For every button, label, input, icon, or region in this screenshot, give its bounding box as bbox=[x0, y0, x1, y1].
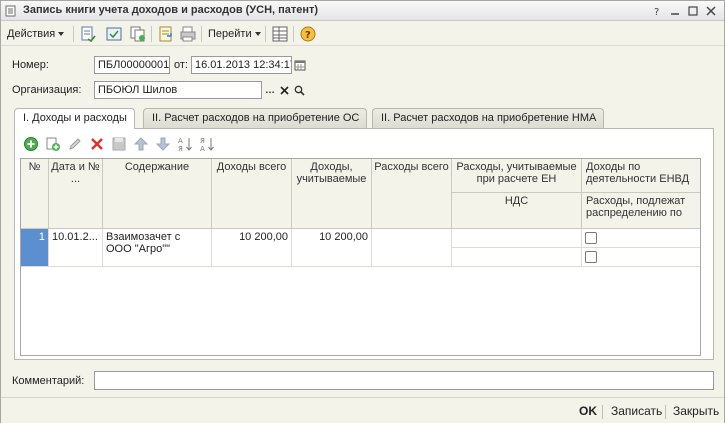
svg-text:?: ? bbox=[654, 7, 659, 16]
actions-menu-label: Действия bbox=[7, 28, 56, 40]
actions-menu[interactable]: Действия bbox=[7, 25, 65, 43]
column-header-number[interactable]: № bbox=[21, 159, 49, 229]
number-field[interactable]: ПБЛ00000001 bbox=[94, 56, 170, 74]
goto-menu-label: Перейти bbox=[208, 28, 252, 40]
document-icon bbox=[5, 5, 16, 17]
edit-row-icon[interactable] bbox=[67, 136, 83, 152]
list-settings-icon[interactable] bbox=[271, 25, 289, 43]
delete-row-icon[interactable] bbox=[89, 136, 105, 152]
copy-document-icon[interactable] bbox=[129, 25, 147, 43]
row-envd-income-cell[interactable] bbox=[582, 229, 700, 248]
column-header-income-total[interactable]: Доходы всего bbox=[212, 159, 292, 229]
column-header-expense-en[interactable]: Расходы, учитываемые при расчете ЕН bbox=[452, 159, 582, 193]
ok-button[interactable]: OK bbox=[579, 404, 597, 418]
footer-bar: OK Записать Закрыть bbox=[1, 397, 724, 423]
entries-table[interactable]: № Дата и № ... Содержание Доходы всего Д… bbox=[20, 158, 701, 356]
distribute-expenses-checkbox[interactable] bbox=[585, 251, 597, 263]
goto-menu[interactable]: Перейти bbox=[208, 25, 261, 43]
chevron-down-icon bbox=[254, 32, 261, 36]
column-header-content[interactable]: Содержание bbox=[103, 159, 212, 229]
organization-field[interactable]: ПБОЮЛ Шилов bbox=[94, 81, 262, 99]
comment-field[interactable] bbox=[94, 371, 714, 390]
structure-icon[interactable] bbox=[105, 25, 123, 43]
row-income-total-cell[interactable]: 10 200,00 bbox=[212, 229, 292, 267]
row-number-cell[interactable]: 1 bbox=[21, 229, 49, 267]
sort-descending-icon[interactable]: Я A bbox=[199, 136, 215, 152]
tab-income-expenses[interactable]: I. Доходы и расходы bbox=[14, 108, 135, 129]
tab-intangible-assets[interactable]: II. Расчет расходов на приобретение НМА bbox=[372, 108, 604, 128]
row-expense-total-cell[interactable] bbox=[372, 229, 452, 267]
comment-label: Комментарий: bbox=[12, 375, 85, 387]
tab-fixed-assets[interactable]: II. Расчет расходов на приобретение ОС bbox=[143, 108, 367, 128]
main-toolbar: Действия Перейти ? bbox=[1, 22, 724, 46]
minimize-icon[interactable] bbox=[667, 3, 683, 18]
column-header-income-counted[interactable]: Доходы, учитываемые bbox=[292, 159, 372, 229]
close-icon[interactable] bbox=[703, 3, 719, 18]
document-window: Запись книги учета доходов и расходов (У… bbox=[0, 0, 725, 423]
row-date-cell[interactable]: 10.01.2... bbox=[49, 229, 103, 267]
organization-label: Организация: bbox=[12, 84, 82, 96]
svg-text:A: A bbox=[200, 145, 205, 152]
post-document-icon[interactable] bbox=[79, 25, 97, 43]
sort-ascending-icon[interactable]: A Я bbox=[177, 136, 193, 152]
date-from-label: от: bbox=[174, 59, 188, 71]
row-distribute-cell[interactable] bbox=[582, 248, 700, 267]
number-label: Номер: bbox=[12, 59, 49, 71]
row-income-counted-cell[interactable]: 10 200,00 bbox=[292, 229, 372, 267]
save-button[interactable]: Записать bbox=[611, 404, 662, 418]
tab-panel: A Я Я A № Дата и № ... Содержание Доходы… bbox=[14, 128, 714, 360]
calendar-icon[interactable] bbox=[292, 57, 308, 73]
svg-text:?: ? bbox=[305, 30, 311, 41]
print-icon[interactable] bbox=[179, 25, 197, 43]
svg-text:A: A bbox=[178, 137, 183, 145]
row-expense-en-cell[interactable] bbox=[452, 229, 582, 248]
column-header-date[interactable]: Дата и № ... bbox=[49, 159, 103, 229]
column-header-expense-total[interactable]: Расходы всего bbox=[372, 159, 452, 229]
title-bar: Запись книги учета доходов и расходов (У… bbox=[1, 1, 724, 21]
row-content-cell[interactable]: Взаимозачет с ООО "Агро"" bbox=[103, 229, 212, 267]
envd-income-checkbox[interactable] bbox=[585, 232, 597, 244]
row-vat-cell[interactable] bbox=[452, 248, 582, 267]
copy-row-icon[interactable] bbox=[45, 136, 61, 152]
column-header-distributed-expenses[interactable]: Расходы, подлежат распределению по bbox=[582, 193, 700, 229]
chevron-down-icon bbox=[58, 32, 65, 36]
move-up-icon[interactable] bbox=[133, 136, 149, 152]
save-row-icon[interactable] bbox=[111, 136, 127, 152]
column-header-income-envd[interactable]: Доходы по деятельности ЕНВД bbox=[582, 159, 700, 193]
help-window-icon[interactable]: ? bbox=[649, 3, 665, 18]
svg-text:Я: Я bbox=[200, 137, 205, 145]
move-down-icon[interactable] bbox=[155, 136, 171, 152]
column-header-vat[interactable]: НДС bbox=[452, 193, 582, 229]
dt-kt-icon[interactable] bbox=[157, 25, 175, 43]
search-icon[interactable] bbox=[291, 82, 307, 98]
maximize-icon[interactable] bbox=[685, 3, 701, 18]
clear-icon[interactable] bbox=[276, 82, 292, 98]
add-row-icon[interactable] bbox=[23, 136, 39, 152]
svg-text:Я: Я bbox=[178, 145, 183, 152]
window-title: Запись книги учета доходов и расходов (У… bbox=[23, 4, 319, 16]
help-icon[interactable]: ? bbox=[299, 25, 317, 43]
date-field[interactable]: 16.01.2013 12:34:17 bbox=[191, 56, 292, 74]
close-button[interactable]: Закрыть bbox=[673, 404, 719, 418]
